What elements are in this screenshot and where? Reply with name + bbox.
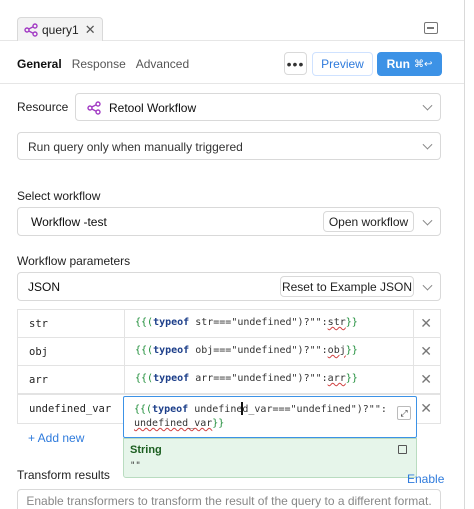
expand-editor-icon[interactable]: ⤢ xyxy=(397,406,411,420)
remove-param-icon[interactable]: ✕ xyxy=(420,371,432,388)
param-value-editor[interactable]: {{(typeof str==="undefined")?"":str}} xyxy=(124,310,414,337)
panel-border xyxy=(464,0,465,509)
workflow-parameters-label: Workflow parameters xyxy=(17,254,131,268)
copy-icon[interactable] xyxy=(398,445,407,454)
transform-results-label: Transform results xyxy=(17,468,110,482)
resource-value: Retool Workflow xyxy=(109,101,197,115)
trigger-value: Run query only when manually triggered xyxy=(28,140,243,154)
tab-general[interactable]: General xyxy=(17,57,62,71)
query-editor-panel: query1 ✕ General Response Advanced ••• P… xyxy=(0,0,474,509)
chevron-down-icon xyxy=(422,100,433,111)
workflow-icon xyxy=(87,101,101,115)
param-code-line-2: undefined_var}} xyxy=(134,418,225,429)
query-name: query1 xyxy=(42,22,79,37)
table-row: arr {{(typeof arr==="undefined")?"":arr}… xyxy=(17,365,441,394)
query-header: query1 ✕ xyxy=(0,0,464,41)
param-key: str xyxy=(29,318,48,330)
param-value-editor-active[interactable]: {{(typeof undefined_var==="undefined")?"… xyxy=(123,396,417,438)
transform-hint: Enable transformers to transform the res… xyxy=(26,494,432,508)
param-key: obj xyxy=(29,346,48,358)
resource-select[interactable]: Retool Workflow xyxy=(75,93,441,121)
tab-advanced[interactable]: Advanced xyxy=(136,57,189,71)
run-label: Run xyxy=(386,57,410,71)
evaluated-value-popup: String "" xyxy=(123,438,417,478)
chevron-down-icon xyxy=(422,215,433,226)
text-caret xyxy=(241,402,243,415)
select-workflow-label: Select workflow xyxy=(17,189,101,203)
add-new-param-button[interactable]: + Add new xyxy=(28,431,84,445)
divider xyxy=(0,83,464,84)
param-value-editor[interactable]: {{(typeof arr==="undefined")?"":arr}} xyxy=(124,366,414,393)
remove-param-icon[interactable]: ✕ xyxy=(420,315,432,332)
param-code: {{(typeof str==="undefined")?"":str}} xyxy=(135,317,358,328)
params-format-value: JSON xyxy=(28,280,61,294)
transform-hint-box: Enable transformers to transform the res… xyxy=(17,489,441,509)
remove-param-icon[interactable]: ✕ xyxy=(420,400,432,417)
workflow-icon xyxy=(24,22,38,37)
chevron-down-icon xyxy=(422,139,433,150)
param-code: {{(typeof arr==="undefined")?"":arr}} xyxy=(135,373,358,384)
workflow-value: Workflow -test xyxy=(31,215,107,229)
more-options-button[interactable]: ••• xyxy=(284,52,307,75)
enable-transform-link[interactable]: Enable xyxy=(407,472,444,486)
run-shortcut: ⌘↩ xyxy=(413,58,433,70)
trigger-select[interactable]: Run query only when manually triggered xyxy=(17,132,441,160)
run-button[interactable]: Run ⌘↩ xyxy=(377,52,442,76)
collapse-panel-icon[interactable] xyxy=(424,22,438,34)
table-row: str {{(typeof str==="undefined")?"":str}… xyxy=(17,309,441,338)
resource-label: Resource xyxy=(17,100,69,114)
query-tabs: General Response Advanced xyxy=(17,57,189,71)
param-code: {{(typeof obj==="undefined")?"":obj}} xyxy=(135,345,358,356)
param-key: arr xyxy=(29,374,48,386)
preview-button[interactable]: Preview xyxy=(312,52,373,76)
param-key: undefined_var xyxy=(29,403,112,415)
param-value-editor[interactable]: {{(typeof obj==="undefined")?"":obj}} xyxy=(124,338,414,365)
evaluated-value: "" xyxy=(130,461,141,471)
remove-param-icon[interactable]: ✕ xyxy=(420,343,432,360)
evaluated-type: String xyxy=(130,444,162,456)
open-workflow-button[interactable]: Open workflow xyxy=(323,211,414,232)
chevron-down-icon xyxy=(422,280,433,291)
param-code-line-1: {{(typeof undefined_var==="undefined")?"… xyxy=(134,404,387,415)
tab-response[interactable]: Response xyxy=(72,57,126,71)
query-tab-chip[interactable]: query1 ✕ xyxy=(17,17,103,41)
reset-example-json-button[interactable]: Reset to Example JSON xyxy=(280,276,414,297)
table-row: obj {{(typeof obj==="undefined")?"":obj}… xyxy=(17,337,441,366)
close-tab-icon[interactable]: ✕ xyxy=(85,22,96,38)
